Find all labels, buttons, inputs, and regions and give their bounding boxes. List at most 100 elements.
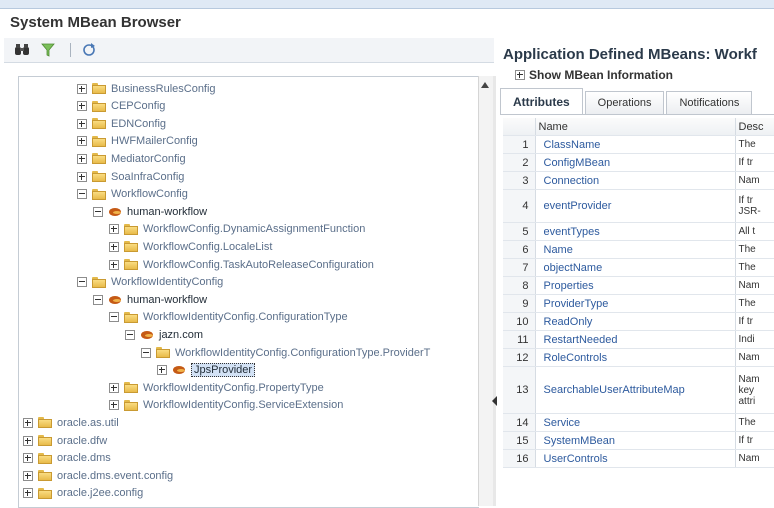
attribute-name-link[interactable]: eventTypes <box>535 222 736 241</box>
tree-node[interactable]: WorkflowConfig.TaskAutoReleaseConfigurat… <box>109 256 374 273</box>
table-row[interactable]: 15 SystemMBean If tr <box>503 431 774 450</box>
name-column-header[interactable]: Name <box>535 118 736 136</box>
tree-node[interactable]: oracle.dms.event.config <box>23 467 173 484</box>
attribute-name-link[interactable]: UserControls <box>535 449 736 468</box>
collapse-icon[interactable] <box>93 206 103 217</box>
tree-node[interactable]: oracle.as.util <box>23 414 119 431</box>
expand-icon[interactable] <box>77 101 87 112</box>
tree-node[interactable]: jazn.com <box>125 326 203 343</box>
scroll-up-icon[interactable] <box>481 82 489 88</box>
tree-node[interactable]: WorkflowConfig <box>77 186 188 203</box>
tree-node-label[interactable]: WorkflowConfig.DynamicAssignmentFunction <box>143 223 365 235</box>
table-row[interactable]: 16 UserControls Nam <box>503 449 774 468</box>
tree-node[interactable]: SoaInfraConfig <box>77 168 184 185</box>
tree-node-label[interactable]: oracle.dms.event.config <box>57 470 173 482</box>
tree-scrollbar[interactable] <box>478 76 493 506</box>
tree-node[interactable]: WorkflowConfig.DynamicAssignmentFunction <box>109 221 365 238</box>
table-row[interactable]: 10 ReadOnly If tr <box>503 312 774 331</box>
tree-node[interactable]: WorkflowIdentityConfig.ConfigurationType… <box>141 344 430 361</box>
expand-icon[interactable] <box>109 241 119 252</box>
collapse-left-icon[interactable] <box>492 396 497 406</box>
tree-node[interactable]: WorkflowIdentityConfig.PropertyType <box>109 379 324 396</box>
tree-node[interactable]: MediatorConfig <box>77 150 186 167</box>
attribute-name-link[interactable]: SearchableUserAttributeMap <box>535 366 736 414</box>
tree-node-label[interactable]: WorkflowConfig.TaskAutoReleaseConfigurat… <box>143 259 374 271</box>
collapse-icon[interactable] <box>93 294 103 305</box>
expand-icon[interactable] <box>77 171 87 182</box>
tree-node-label[interactable]: JpsProvider <box>191 363 256 378</box>
table-row[interactable]: 2 ConfigMBean If tr <box>503 153 774 172</box>
table-row[interactable]: 9 ProviderType The <box>503 294 774 313</box>
tree-node-label[interactable]: WorkflowIdentityConfig.ConfigurationType <box>143 311 348 323</box>
tree-node[interactable]: BusinessRulesConfig <box>77 80 216 97</box>
tree-node-label[interactable]: oracle.dms <box>57 452 111 464</box>
tree-node-label[interactable]: WorkflowIdentityConfig <box>111 276 223 288</box>
expand-icon[interactable] <box>77 153 87 164</box>
mbean-tree[interactable]: BusinessRulesConfig CEPConfig EDNConfig HWF… <box>18 76 479 508</box>
attribute-name-link[interactable]: objectName <box>535 258 736 277</box>
attribute-name-link[interactable]: ConfigMBean <box>535 153 736 172</box>
expand-icon[interactable] <box>109 224 119 235</box>
table-row[interactable]: 12 RoleControls Nam <box>503 348 774 367</box>
table-row[interactable]: 13 SearchableUserAttributeMap Nam key attri <box>503 366 774 414</box>
tree-node-label[interactable]: WorkflowConfig.LocaleList <box>143 241 272 253</box>
expand-icon[interactable] <box>515 70 525 80</box>
tree-node-label[interactable]: jazn.com <box>159 329 203 341</box>
tree-node-label[interactable]: BusinessRulesConfig <box>111 83 216 95</box>
attribute-name-link[interactable]: Service <box>535 413 736 432</box>
tree-node-label[interactable]: CEPConfig <box>111 100 165 112</box>
show-mbean-info-toggle[interactable]: Show MBean Information <box>515 68 673 82</box>
binoculars-icon[interactable] <box>14 42 30 58</box>
attribute-name-link[interactable]: RestartNeeded <box>535 330 736 349</box>
tree-node-label[interactable]: oracle.as.util <box>57 417 119 429</box>
tree-node-label[interactable]: HWFMailerConfig <box>111 135 198 147</box>
tree-node-label[interactable]: WorkflowIdentityConfig.ConfigurationType… <box>175 347 430 359</box>
expand-icon[interactable] <box>23 470 33 481</box>
table-row[interactable]: 7 objectName The <box>503 258 774 277</box>
tree-node-label[interactable]: WorkflowIdentityConfig.ServiceExtension <box>143 399 343 411</box>
attribute-name-link[interactable]: SystemMBean <box>535 431 736 450</box>
tab-notifications[interactable]: Notifications <box>666 91 753 114</box>
tree-node[interactable]: EDNConfig <box>77 115 166 132</box>
tree-node-label[interactable]: WorkflowIdentityConfig.PropertyType <box>143 382 324 394</box>
expand-icon[interactable] <box>109 400 119 411</box>
expand-icon[interactable] <box>77 118 87 129</box>
table-row[interactable]: 11 RestartNeeded Indi <box>503 330 774 349</box>
tree-node[interactable]: human-workflow <box>93 203 207 220</box>
tree-node[interactable]: WorkflowIdentityConfig.ConfigurationType <box>109 309 348 326</box>
attribute-name-link[interactable]: ClassName <box>535 135 736 154</box>
collapse-icon[interactable] <box>77 189 87 200</box>
table-row[interactable]: 8 Properties Nam <box>503 276 774 295</box>
expand-icon[interactable] <box>77 136 87 147</box>
attribute-name-link[interactable]: Name <box>535 240 736 259</box>
attribute-name-link[interactable]: eventProvider <box>535 189 736 223</box>
desc-column-header[interactable]: Desc <box>735 118 774 136</box>
expand-icon[interactable] <box>23 453 33 464</box>
collapse-icon[interactable] <box>125 329 135 340</box>
tree-node-label[interactable]: oracle.dfw <box>57 435 107 447</box>
tree-node-label[interactable]: EDNConfig <box>111 118 166 130</box>
tree-node[interactable]: CEPConfig <box>77 98 165 115</box>
attribute-name-link[interactable]: Properties <box>535 276 736 295</box>
expand-icon[interactable] <box>23 488 33 499</box>
table-row[interactable]: 5 eventTypes All t <box>503 222 774 241</box>
tree-node-label[interactable]: SoaInfraConfig <box>111 171 184 183</box>
collapse-icon[interactable] <box>77 277 87 288</box>
table-row[interactable]: 14 Service The <box>503 413 774 432</box>
tree-node[interactable]: JpsProvider <box>157 362 256 379</box>
tree-node-label[interactable]: oracle.j2ee.config <box>57 487 143 499</box>
table-row[interactable]: 4 eventProvider If tr JSR- <box>503 189 774 223</box>
refresh-icon[interactable] <box>81 42 97 58</box>
tab-attributes[interactable]: Attributes <box>500 88 583 114</box>
expand-icon[interactable] <box>23 417 33 428</box>
tree-node[interactable]: WorkflowIdentityConfig <box>77 274 223 291</box>
table-row[interactable]: 3 Connection Nam <box>503 171 774 190</box>
tab-operations[interactable]: Operations <box>584 91 665 114</box>
attribute-name-link[interactable]: Connection <box>535 171 736 190</box>
collapse-icon[interactable] <box>141 347 151 358</box>
attribute-name-link[interactable]: RoleControls <box>535 348 736 367</box>
tree-node[interactable]: WorkflowConfig.LocaleList <box>109 238 272 255</box>
tree-node[interactable]: oracle.dms <box>23 450 111 467</box>
expand-icon[interactable] <box>109 259 119 270</box>
tree-node-label[interactable]: WorkflowConfig <box>111 188 188 200</box>
